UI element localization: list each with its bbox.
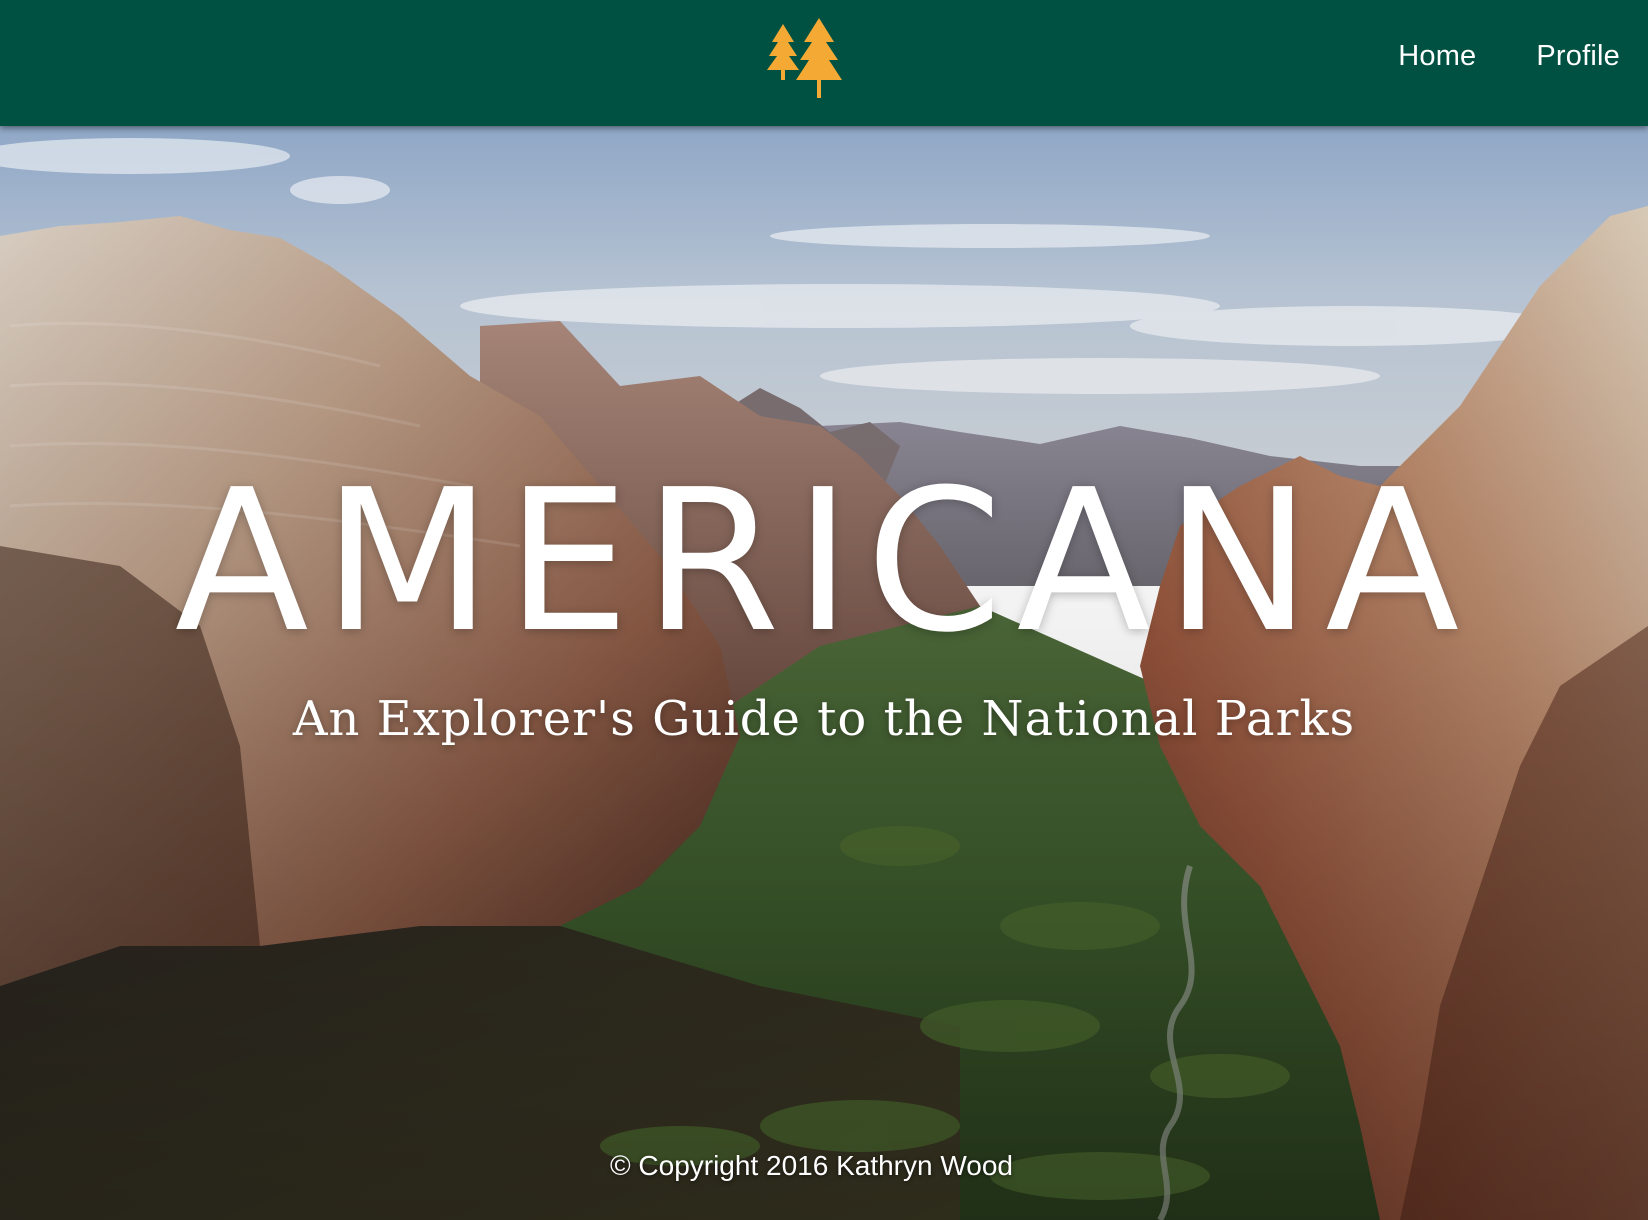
navbar: Home Profile xyxy=(0,0,1648,126)
hero-subtitle: An Explorer's Guide to the National Park… xyxy=(292,691,1356,747)
page: Home Profile AMERICANA An Explorer's Gui… xyxy=(0,0,1648,1220)
copyright-text: © Copyright 2016 Kathryn Wood xyxy=(609,1150,1013,1181)
nav-link-profile[interactable]: Profile xyxy=(1536,40,1620,73)
nav-links: Home Profile xyxy=(1398,40,1620,73)
hero-title: AMERICANA xyxy=(174,448,1474,676)
pine-trees-icon[interactable] xyxy=(764,16,854,100)
nav-link-home[interactable]: Home xyxy=(1398,40,1476,73)
hero-section: AMERICANA An Explorer's Guide to the Nat… xyxy=(0,126,1648,1220)
